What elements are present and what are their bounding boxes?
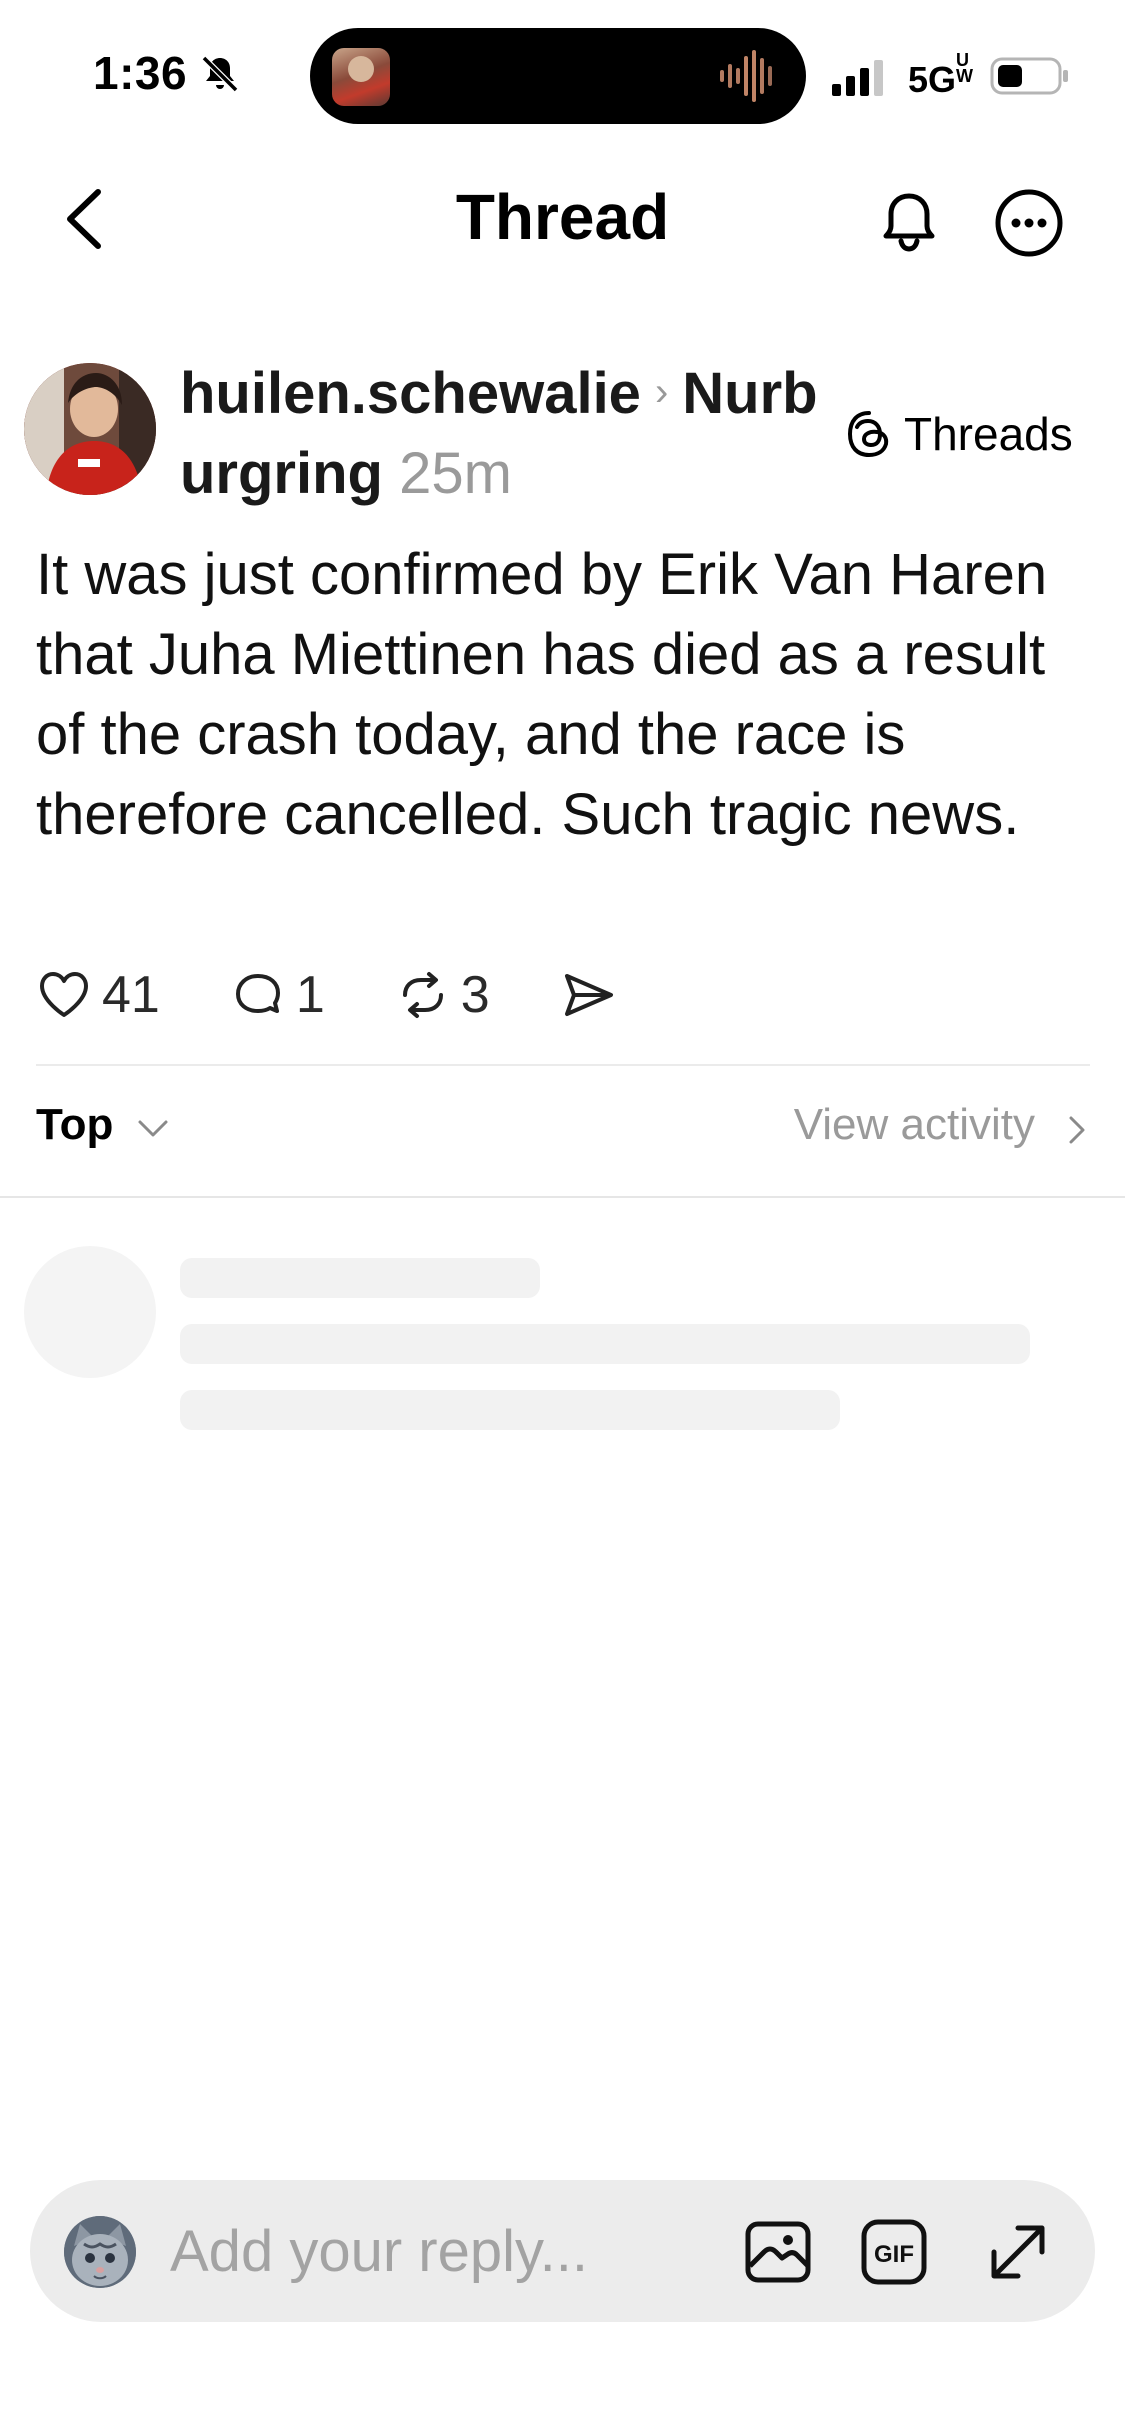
gif-icon: GIF [861,2219,927,2285]
expand-icon[interactable] [982,2216,1054,2288]
heart-icon [40,972,88,1017]
like-button[interactable]: 41 [36,965,160,1025]
gif-label: GIF [874,2241,914,2268]
post-timestamp: 25m [399,441,512,506]
audio-waveform-icon [720,50,772,102]
post-actions: 41 1 3 [36,960,696,1030]
network-suffix: UW [956,50,974,86]
status-time: 1:36 [93,47,188,99]
status-bar: 1:36 5GUW [0,0,1125,150]
threads-source-label: Threads [904,408,1073,460]
post-body-text: It was just confirmed by Erik Van Haren … [36,542,1048,847]
comment-bubble-icon [235,974,280,1013]
author-avatar-image [24,363,156,495]
image-icon[interactable] [742,2216,814,2288]
share-button[interactable] [560,967,626,1023]
navigation-header: Thread [0,150,1125,285]
repost-button[interactable]: 3 [395,965,490,1025]
reply-composer: GIF [30,2180,1095,2322]
view-activity-link[interactable]: View activity [794,1100,1035,1150]
threads-logo-icon [847,411,889,458]
repost-count: 3 [460,966,490,1024]
sort-dropdown-label[interactable]: Top [36,1100,113,1150]
post-header: huilen.schewalie › Nurburgring 25m [180,352,820,514]
like-count: 41 [102,966,160,1024]
current-user-avatar [64,2216,136,2288]
battery-icon [990,57,1068,95]
reply-input[interactable] [170,2210,690,2292]
loading-line-placeholder [180,1258,540,1298]
network-type: 5GUW [908,50,974,100]
gif-button[interactable]: GIF [858,2216,930,2288]
loading-line-placeholder [180,1324,1030,1364]
post-divider [36,1064,1090,1066]
author-username[interactable]: huilen.schewalie [180,361,641,426]
loading-avatar-placeholder [24,1246,156,1378]
chevron-right-icon[interactable] [1065,1112,1089,1148]
dynamic-island[interactable] [310,28,806,124]
author-avatar[interactable] [24,363,156,495]
cellular-signal-icon [832,60,883,96]
section-divider [0,1196,1125,1198]
now-playing-thumbnail[interactable] [332,48,390,106]
threads-source-badge[interactable]: Threads [844,404,1073,464]
loading-line-placeholder [180,1390,840,1430]
reply-button[interactable]: 1 [230,965,325,1025]
page-title: Thread [455,181,670,253]
more-options-icon[interactable] [992,186,1066,260]
chevron-down-icon[interactable] [136,1116,170,1142]
bell-slash-icon [201,55,239,93]
reply-count: 1 [295,966,325,1024]
cat-avatar-image [64,2216,136,2288]
bell-icon[interactable] [872,186,946,260]
replies-sort-bar: Top View activity [0,1100,1125,1160]
send-icon [564,974,613,1016]
chevron-right-icon: › [654,370,669,414]
repost-icon [402,972,443,1018]
